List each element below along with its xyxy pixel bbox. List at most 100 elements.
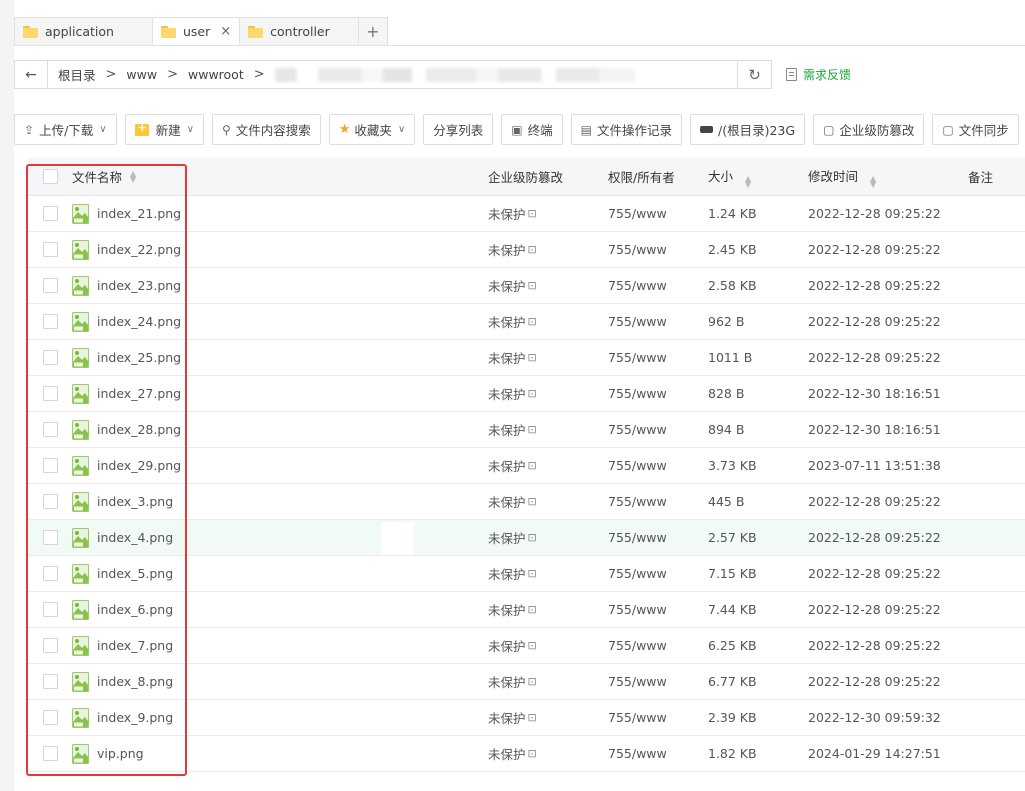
table-row[interactable]: index_7.png 未保护 ⊡ 755/www 6.25 KB 2022-1… xyxy=(28,628,1025,664)
permission[interactable]: 755/www xyxy=(608,746,708,761)
lock-icon[interactable]: ⊡ xyxy=(528,531,537,544)
upload-download-button[interactable]: ⇪ 上传/下载 ∨ xyxy=(14,114,117,145)
table-row[interactable]: index_27.png 未保护 ⊡ 755/www 828 B 2022-12… xyxy=(28,376,1025,412)
lock-icon[interactable]: ⊡ xyxy=(528,387,537,400)
permission[interactable]: 755/www xyxy=(608,350,708,365)
file-name[interactable]: vip.png xyxy=(97,746,144,761)
row-checkbox[interactable] xyxy=(42,566,58,581)
col-size[interactable]: 大小 ▲ ▼ xyxy=(708,166,808,189)
table-row[interactable]: index_21.png 未保护 ⊡ 755/www 1.24 KB 2022-… xyxy=(28,196,1025,232)
lock-icon[interactable]: ⊡ xyxy=(528,675,537,688)
permission[interactable]: 755/www xyxy=(608,638,708,653)
lock-icon[interactable]: ⊡ xyxy=(528,639,537,652)
content-search-button[interactable]: ⚲ 文件内容搜索 xyxy=(211,114,321,145)
row-checkbox[interactable] xyxy=(42,422,58,437)
file-name[interactable]: index_27.png xyxy=(97,386,181,401)
permission[interactable]: 755/www xyxy=(608,314,708,329)
file-name[interactable]: index_3.png xyxy=(97,494,173,509)
file-name[interactable]: index_8.png xyxy=(97,674,173,689)
row-checkbox[interactable] xyxy=(42,530,58,545)
lock-icon[interactable]: ⊡ xyxy=(528,207,537,220)
lock-icon[interactable]: ⊡ xyxy=(528,747,537,760)
disk-button[interactable]: /(根目录)23G xyxy=(690,114,806,145)
col-time[interactable]: 修改时间 ▲ ▼ xyxy=(808,166,968,189)
file-name[interactable]: index_7.png xyxy=(97,638,173,653)
close-icon[interactable]: × xyxy=(220,24,231,39)
lock-icon[interactable]: ⊡ xyxy=(528,243,537,256)
lock-icon[interactable]: ⊡ xyxy=(528,423,537,436)
table-row[interactable]: index_22.png 未保护 ⊡ 755/www 2.45 KB 2022-… xyxy=(28,232,1025,268)
table-row[interactable]: index_8.png 未保护 ⊡ 755/www 6.77 KB 2022-1… xyxy=(28,664,1025,700)
refresh-button[interactable]: ↻ xyxy=(737,61,771,88)
file-name[interactable]: index_5.png xyxy=(97,566,173,581)
row-checkbox[interactable] xyxy=(42,350,58,365)
row-checkbox[interactable] xyxy=(42,206,58,221)
row-checkbox[interactable] xyxy=(42,494,58,509)
file-name[interactable]: index_9.png xyxy=(97,710,173,725)
row-checkbox[interactable] xyxy=(42,674,58,689)
permission[interactable]: 755/www xyxy=(608,530,708,545)
lock-icon[interactable]: ⊡ xyxy=(528,495,537,508)
tab-controller[interactable]: controller xyxy=(239,17,358,46)
permission[interactable]: 755/www xyxy=(608,602,708,617)
add-tab-button[interactable]: + xyxy=(357,17,388,46)
terminal-button[interactable]: ▣ 终端 xyxy=(501,114,563,145)
table-row[interactable]: index_3.png 未保护 ⊡ 755/www 445 B 2022-12-… xyxy=(28,484,1025,520)
permission[interactable]: 755/www xyxy=(608,674,708,689)
permission[interactable]: 755/www xyxy=(608,566,708,581)
file-name[interactable]: index_24.png xyxy=(97,314,181,329)
permission[interactable]: 755/www xyxy=(608,422,708,437)
permission[interactable]: 755/www xyxy=(608,710,708,725)
file-name[interactable]: index_6.png xyxy=(97,602,173,617)
file-name[interactable]: index_22.png xyxy=(97,242,181,257)
permission[interactable]: 755/www xyxy=(608,386,708,401)
feedback-link[interactable]: 需求反馈 xyxy=(786,66,851,83)
table-row[interactable]: index_23.png 未保护 ⊡ 755/www 2.58 KB 2022-… xyxy=(28,268,1025,304)
select-all-checkbox[interactable] xyxy=(42,169,58,184)
table-row[interactable]: index_24.png 未保护 ⊡ 755/www 962 B 2022-12… xyxy=(28,304,1025,340)
row-checkbox[interactable] xyxy=(42,314,58,329)
operation-log-button[interactable]: ▤ 文件操作记录 xyxy=(570,114,682,145)
row-checkbox[interactable] xyxy=(42,710,58,725)
lock-icon[interactable]: ⊡ xyxy=(528,603,537,616)
permission[interactable]: 755/www xyxy=(608,278,708,293)
lock-icon[interactable]: ⊡ xyxy=(528,567,537,580)
table-row[interactable]: index_25.png 未保护 ⊡ 755/www 1011 B 2022-1… xyxy=(28,340,1025,376)
favorites-button[interactable]: ★ 收藏夹 ∨ xyxy=(328,114,416,145)
table-row[interactable]: index_5.png 未保护 ⊡ 755/www 7.15 KB 2022-1… xyxy=(28,556,1025,592)
table-row[interactable]: vip.png 未保护 ⊡ 755/www 1.82 KB 2024-01-29… xyxy=(28,736,1025,772)
file-name[interactable]: index_25.png xyxy=(97,350,181,365)
tab-user[interactable]: user × xyxy=(151,17,240,46)
file-name[interactable]: index_23.png xyxy=(97,278,181,293)
crumb-root[interactable]: 根目录 xyxy=(58,65,104,84)
row-checkbox[interactable] xyxy=(42,386,58,401)
permission[interactable]: 755/www xyxy=(608,458,708,473)
file-name[interactable]: index_29.png xyxy=(97,458,181,473)
table-row[interactable]: index_6.png 未保护 ⊡ 755/www 7.44 KB 2022-1… xyxy=(28,592,1025,628)
file-name[interactable]: index_28.png xyxy=(97,422,181,437)
new-button[interactable]: 新建 ∨ xyxy=(124,114,204,145)
row-checkbox[interactable] xyxy=(42,602,58,617)
tamper-proof-button[interactable]: ▢ 企业级防篡改 xyxy=(813,114,925,145)
crumb-www[interactable]: www xyxy=(126,67,165,82)
lock-icon[interactable]: ⊡ xyxy=(528,351,537,364)
file-sync-button[interactable]: ▢ 文件同步 xyxy=(932,114,1019,145)
table-row[interactable]: index_9.png 未保护 ⊡ 755/www 2.39 KB 2022-1… xyxy=(28,700,1025,736)
share-list-button[interactable]: 分享列表 xyxy=(423,114,494,145)
lock-icon[interactable]: ⊡ xyxy=(528,279,537,292)
table-row[interactable]: index_29.png 未保护 ⊡ 755/www 3.73 KB 2023-… xyxy=(28,448,1025,484)
row-checkbox[interactable] xyxy=(42,278,58,293)
lock-icon[interactable]: ⊡ xyxy=(528,315,537,328)
table-row[interactable]: index_28.png 未保护 ⊡ 755/www 894 B 2022-12… xyxy=(28,412,1025,448)
crumb-wwwroot[interactable]: wwwroot xyxy=(188,67,252,82)
lock-icon[interactable]: ⊡ xyxy=(528,711,537,724)
row-checkbox[interactable] xyxy=(42,242,58,257)
row-checkbox[interactable] xyxy=(42,746,58,761)
lock-icon[interactable]: ⊡ xyxy=(528,459,537,472)
tab-application[interactable]: application xyxy=(14,17,152,46)
permission[interactable]: 755/www xyxy=(608,206,708,221)
permission[interactable]: 755/www xyxy=(608,242,708,257)
back-button[interactable]: ← xyxy=(15,61,48,88)
row-checkbox[interactable] xyxy=(42,458,58,473)
file-name[interactable]: index_4.png xyxy=(97,530,173,545)
